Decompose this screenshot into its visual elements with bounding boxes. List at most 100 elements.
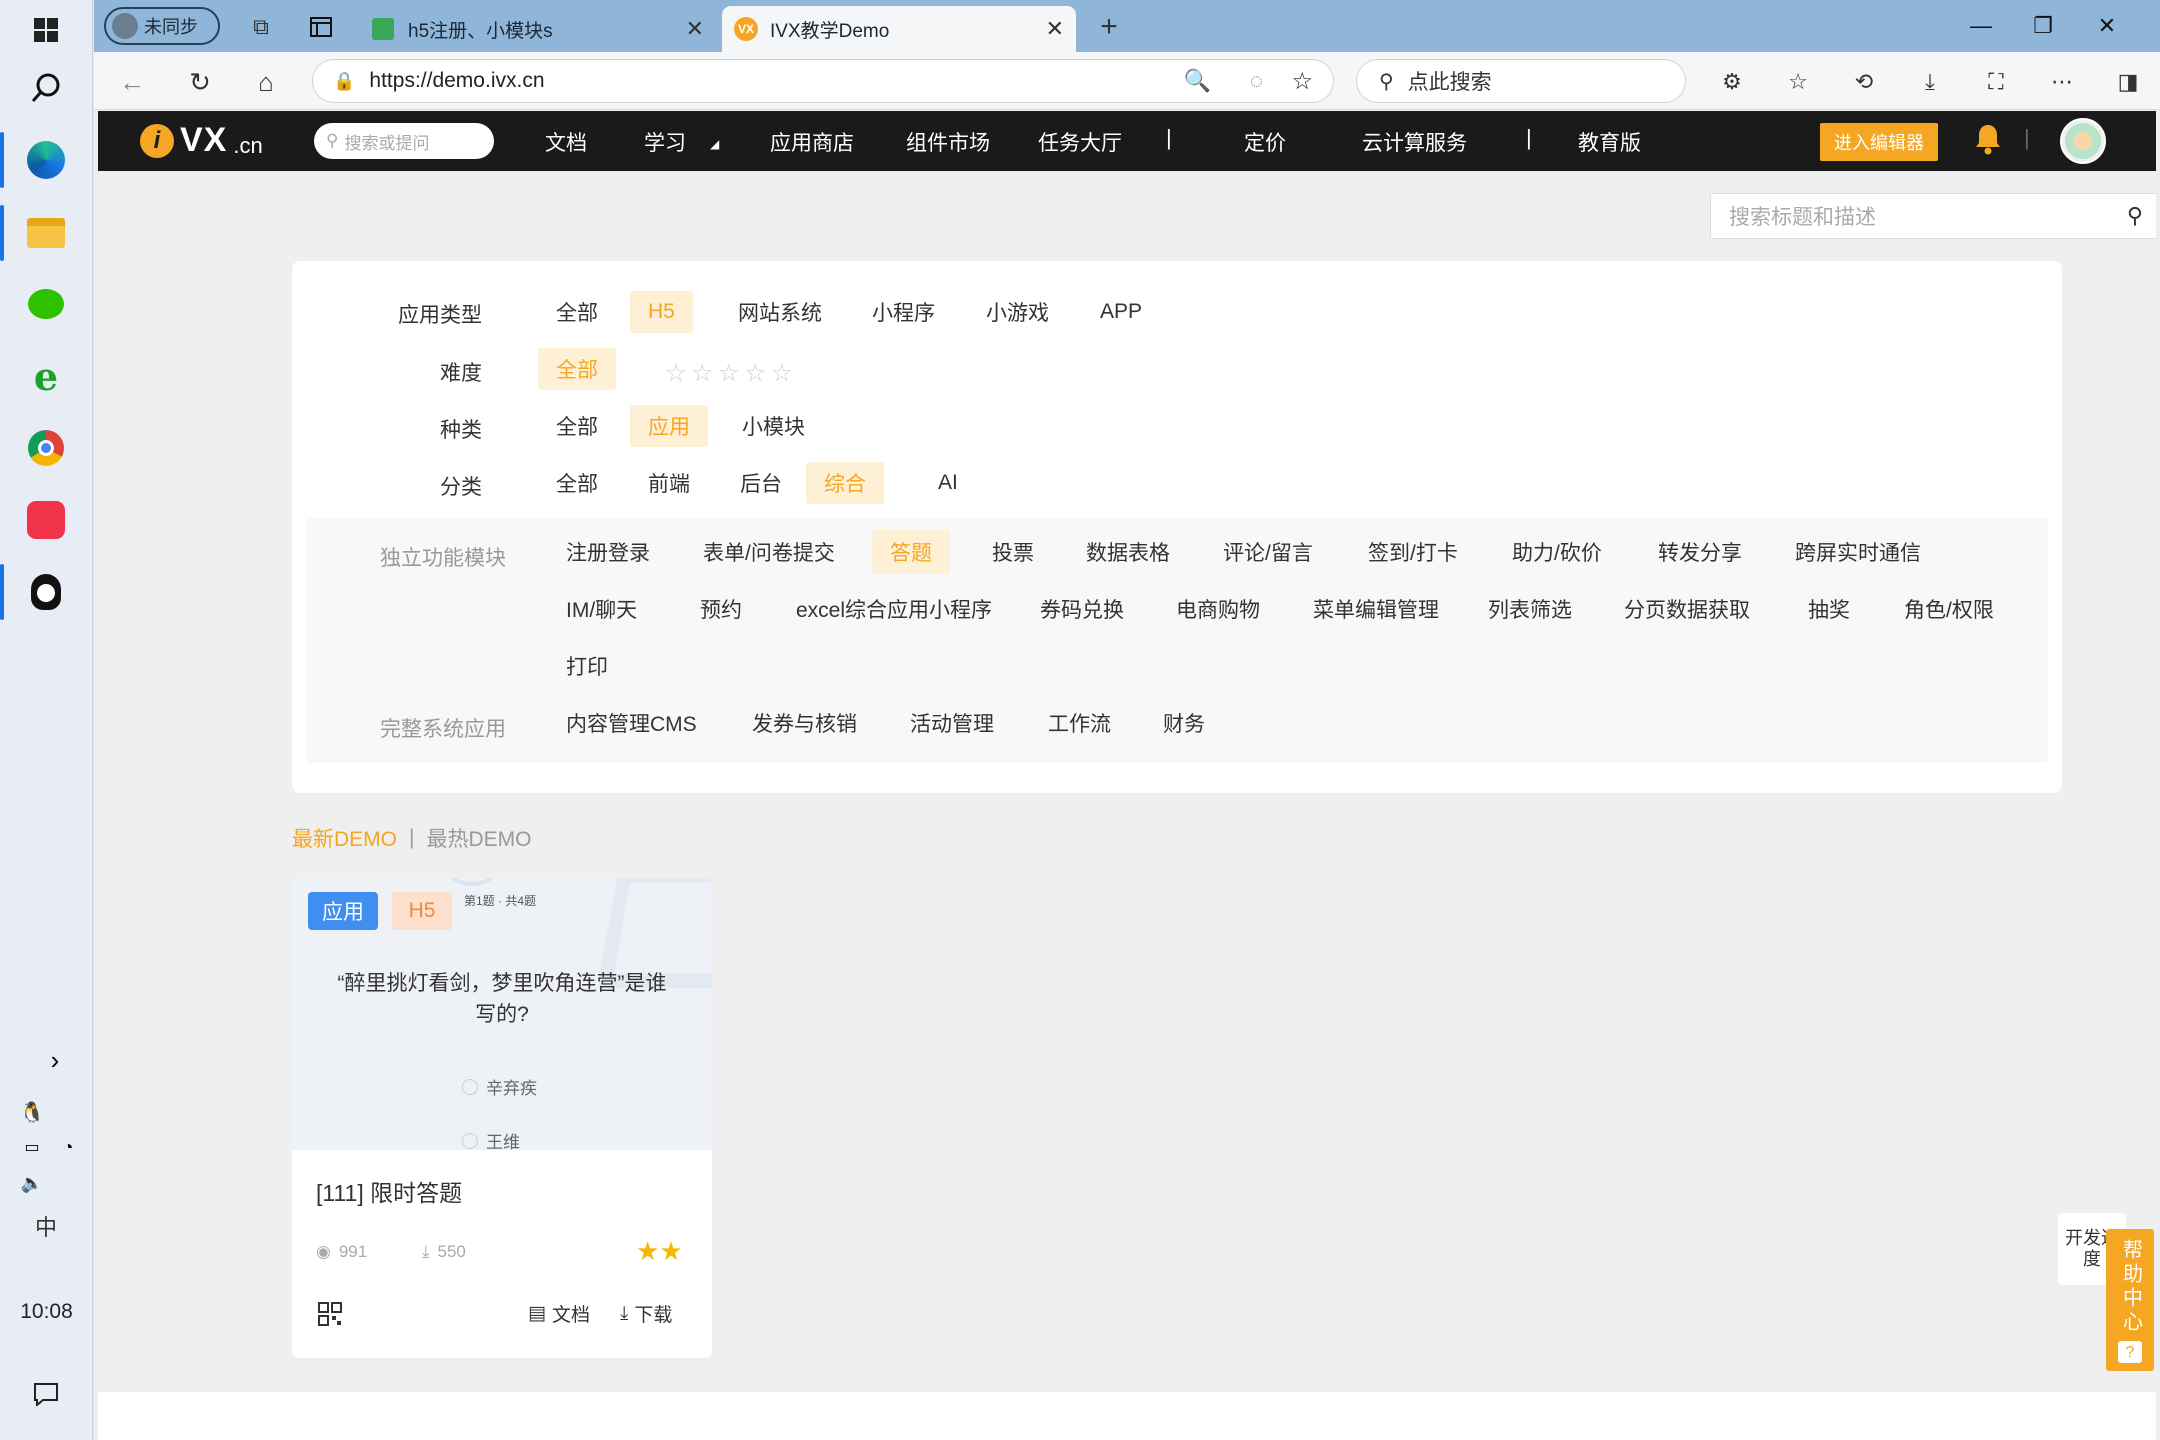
- filter-category-frontend[interactable]: 前端: [630, 462, 708, 504]
- sort-latest-tab[interactable]: 最新DEMO: [292, 823, 397, 853]
- home-icon[interactable]: ⌂: [244, 60, 288, 104]
- demo-title[interactable]: [111] 限时答题: [316, 1174, 462, 1208]
- subcat-item[interactable]: 注册登录: [566, 530, 650, 574]
- read-aloud-icon[interactable]: ◌: [1250, 68, 1263, 94]
- demo-card[interactable]: 应用 H5 第1题 · 共4题 “醉里挑灯看剑，梦里吹角连营”是谁写的? 辛弃疾…: [292, 878, 712, 1358]
- help-center-button[interactable]: 帮助中心 ?: [2106, 1229, 2154, 1371]
- subcat-item[interactable]: IM/聊天: [566, 587, 637, 631]
- address-bar[interactable]: 🔒 https://demo.ivx.cn 🔍 ◌ ☆: [312, 59, 1334, 103]
- filter-difficulty-all[interactable]: 全部: [538, 348, 616, 390]
- subcat-item[interactable]: 电商购物: [1176, 587, 1260, 631]
- browser-search-box[interactable]: ⚲ 点此搜索: [1356, 59, 1686, 103]
- battery-icon[interactable]: ▭: [14, 1132, 50, 1162]
- filter-category-comprehensive[interactable]: 综合: [806, 462, 884, 504]
- back-icon[interactable]: ←: [110, 60, 154, 104]
- tab-active[interactable]: VX IVX教学Demo ✕: [722, 6, 1076, 52]
- enter-editor-button[interactable]: 进入编辑器: [1820, 123, 1938, 161]
- subcat-item[interactable]: 券码兑换: [1040, 587, 1124, 631]
- ime-indicator[interactable]: 中: [28, 1210, 64, 1242]
- history-icon[interactable]: ⟲: [1846, 66, 1882, 98]
- star-outline-icon[interactable]: ☆: [718, 359, 740, 388]
- new-tab-icon[interactable]: +: [1090, 8, 1128, 46]
- quiz-option[interactable]: 王维: [462, 1128, 520, 1150]
- restore-icon[interactable]: ❐: [2018, 6, 2068, 46]
- more-menu-icon[interactable]: ⋯: [2044, 66, 2080, 98]
- download-link[interactable]: ⤓ 下载: [620, 1300, 672, 1327]
- filter-kind-all[interactable]: 全部: [538, 405, 616, 447]
- subcat-item-selected[interactable]: 答题: [872, 530, 950, 574]
- subcat-item[interactable]: 预约: [700, 587, 742, 631]
- notification-icon[interactable]: [28, 1378, 64, 1410]
- ivx-logo[interactable]: i VX .cn: [140, 121, 263, 160]
- favorite-star-icon[interactable]: ☆: [1291, 67, 1313, 96]
- tab-actions-icon[interactable]: [304, 10, 338, 44]
- filter-app-type-website[interactable]: 网站系统: [720, 291, 840, 333]
- nav-pricing[interactable]: 定价: [1244, 127, 1286, 157]
- subcat-item[interactable]: 签到/打卡: [1368, 530, 1458, 574]
- subcat-item[interactable]: 工作流: [1048, 701, 1111, 745]
- chevron-right-icon[interactable]: ›: [40, 1045, 70, 1075]
- nav-app-store[interactable]: 应用商店: [770, 127, 854, 157]
- qq-icon[interactable]: [16, 562, 76, 622]
- nav-education[interactable]: 教育版: [1578, 127, 1641, 157]
- subcat-item[interactable]: 助力/砍价: [1512, 530, 1602, 574]
- app-red-icon[interactable]: [16, 490, 76, 550]
- chrome-icon[interactable]: [16, 418, 76, 478]
- subcat-item[interactable]: 活动管理: [910, 701, 994, 745]
- extensions-icon[interactable]: ⚙: [1714, 66, 1750, 98]
- demo-search-input[interactable]: 搜索标题和描述 ⚲: [1710, 193, 2156, 239]
- filter-category-backend[interactable]: 后台: [722, 462, 800, 504]
- subcat-item[interactable]: 抽奖: [1808, 587, 1850, 631]
- subcat-item[interactable]: 内容管理CMS: [566, 701, 697, 745]
- difficulty-stars[interactable]: ☆ ☆ ☆ ☆ ☆: [665, 359, 793, 388]
- star-outline-icon[interactable]: ☆: [665, 359, 687, 388]
- nav-task-hall[interactable]: 任务大厅: [1038, 127, 1122, 157]
- star-outline-icon[interactable]: ☆: [745, 359, 767, 388]
- close-tab-icon[interactable]: ✕: [1046, 16, 1064, 42]
- filter-app-type-h5[interactable]: H5: [630, 291, 693, 333]
- nav-learn[interactable]: 学习: [644, 127, 686, 157]
- star-outline-icon[interactable]: ☆: [771, 359, 793, 388]
- wifi-icon[interactable]: ◔: [50, 1132, 86, 1162]
- filter-category-all[interactable]: 全部: [538, 462, 616, 504]
- nav-component-market[interactable]: 组件市场: [906, 127, 990, 157]
- subcat-item[interactable]: 数据表格: [1086, 530, 1170, 574]
- favorites-icon[interactable]: ☆: [1780, 66, 1816, 98]
- caret-down-icon[interactable]: ◢: [710, 137, 719, 151]
- filter-kind-module[interactable]: 小模块: [724, 405, 823, 447]
- clock[interactable]: 10:08: [0, 1300, 93, 1324]
- subcat-item[interactable]: 角色/权限: [1904, 587, 1994, 631]
- user-avatar[interactable]: [2060, 118, 2106, 164]
- volume-icon[interactable]: 🔈: [14, 1168, 50, 1198]
- filter-kind-app[interactable]: 应用: [630, 405, 708, 447]
- subcat-item[interactable]: 菜单编辑管理: [1313, 587, 1439, 631]
- qq-tray-icon[interactable]: 🐧: [14, 1094, 50, 1130]
- subcat-item[interactable]: 分页数据获取: [1624, 587, 1750, 631]
- filter-app-type-minigame[interactable]: 小游戏: [968, 291, 1067, 333]
- nav-search-input[interactable]: ⚲ 搜索或提问: [314, 123, 494, 159]
- nav-docs[interactable]: 文档: [545, 127, 587, 157]
- downloads-icon[interactable]: ⤓: [1912, 66, 1948, 98]
- subcat-item[interactable]: 评论/留言: [1223, 530, 1313, 574]
- zoom-icon[interactable]: 🔍: [1184, 68, 1211, 94]
- filter-app-type-all[interactable]: 全部: [538, 291, 616, 333]
- search-icon[interactable]: [16, 58, 76, 118]
- windows-start-icon[interactable]: [16, 0, 76, 60]
- ie-browser-icon[interactable]: e: [16, 346, 76, 406]
- minimize-icon[interactable]: —: [1956, 6, 2006, 46]
- sort-hottest-tab[interactable]: 最热DEMO: [426, 823, 531, 853]
- subcat-item[interactable]: 跨屏实时通信: [1795, 530, 1921, 574]
- collections-icon[interactable]: ⧉: [244, 10, 278, 44]
- subcat-item[interactable]: 打印: [566, 644, 608, 688]
- filter-category-ai[interactable]: AI: [920, 462, 976, 504]
- subcat-item[interactable]: 转发分享: [1658, 530, 1742, 574]
- qrcode-icon[interactable]: [318, 1302, 342, 1331]
- edge-browser-icon[interactable]: [16, 130, 76, 190]
- star-outline-icon[interactable]: ☆: [692, 359, 714, 388]
- subcat-item[interactable]: 财务: [1163, 701, 1205, 745]
- filter-app-type-miniprogram[interactable]: 小程序: [854, 291, 953, 333]
- bell-icon[interactable]: [1974, 123, 2002, 160]
- nav-cloud-service[interactable]: 云计算服务: [1362, 127, 1467, 157]
- subcat-item[interactable]: excel综合应用小程序: [796, 587, 992, 631]
- subcat-item[interactable]: 列表筛选: [1488, 587, 1572, 631]
